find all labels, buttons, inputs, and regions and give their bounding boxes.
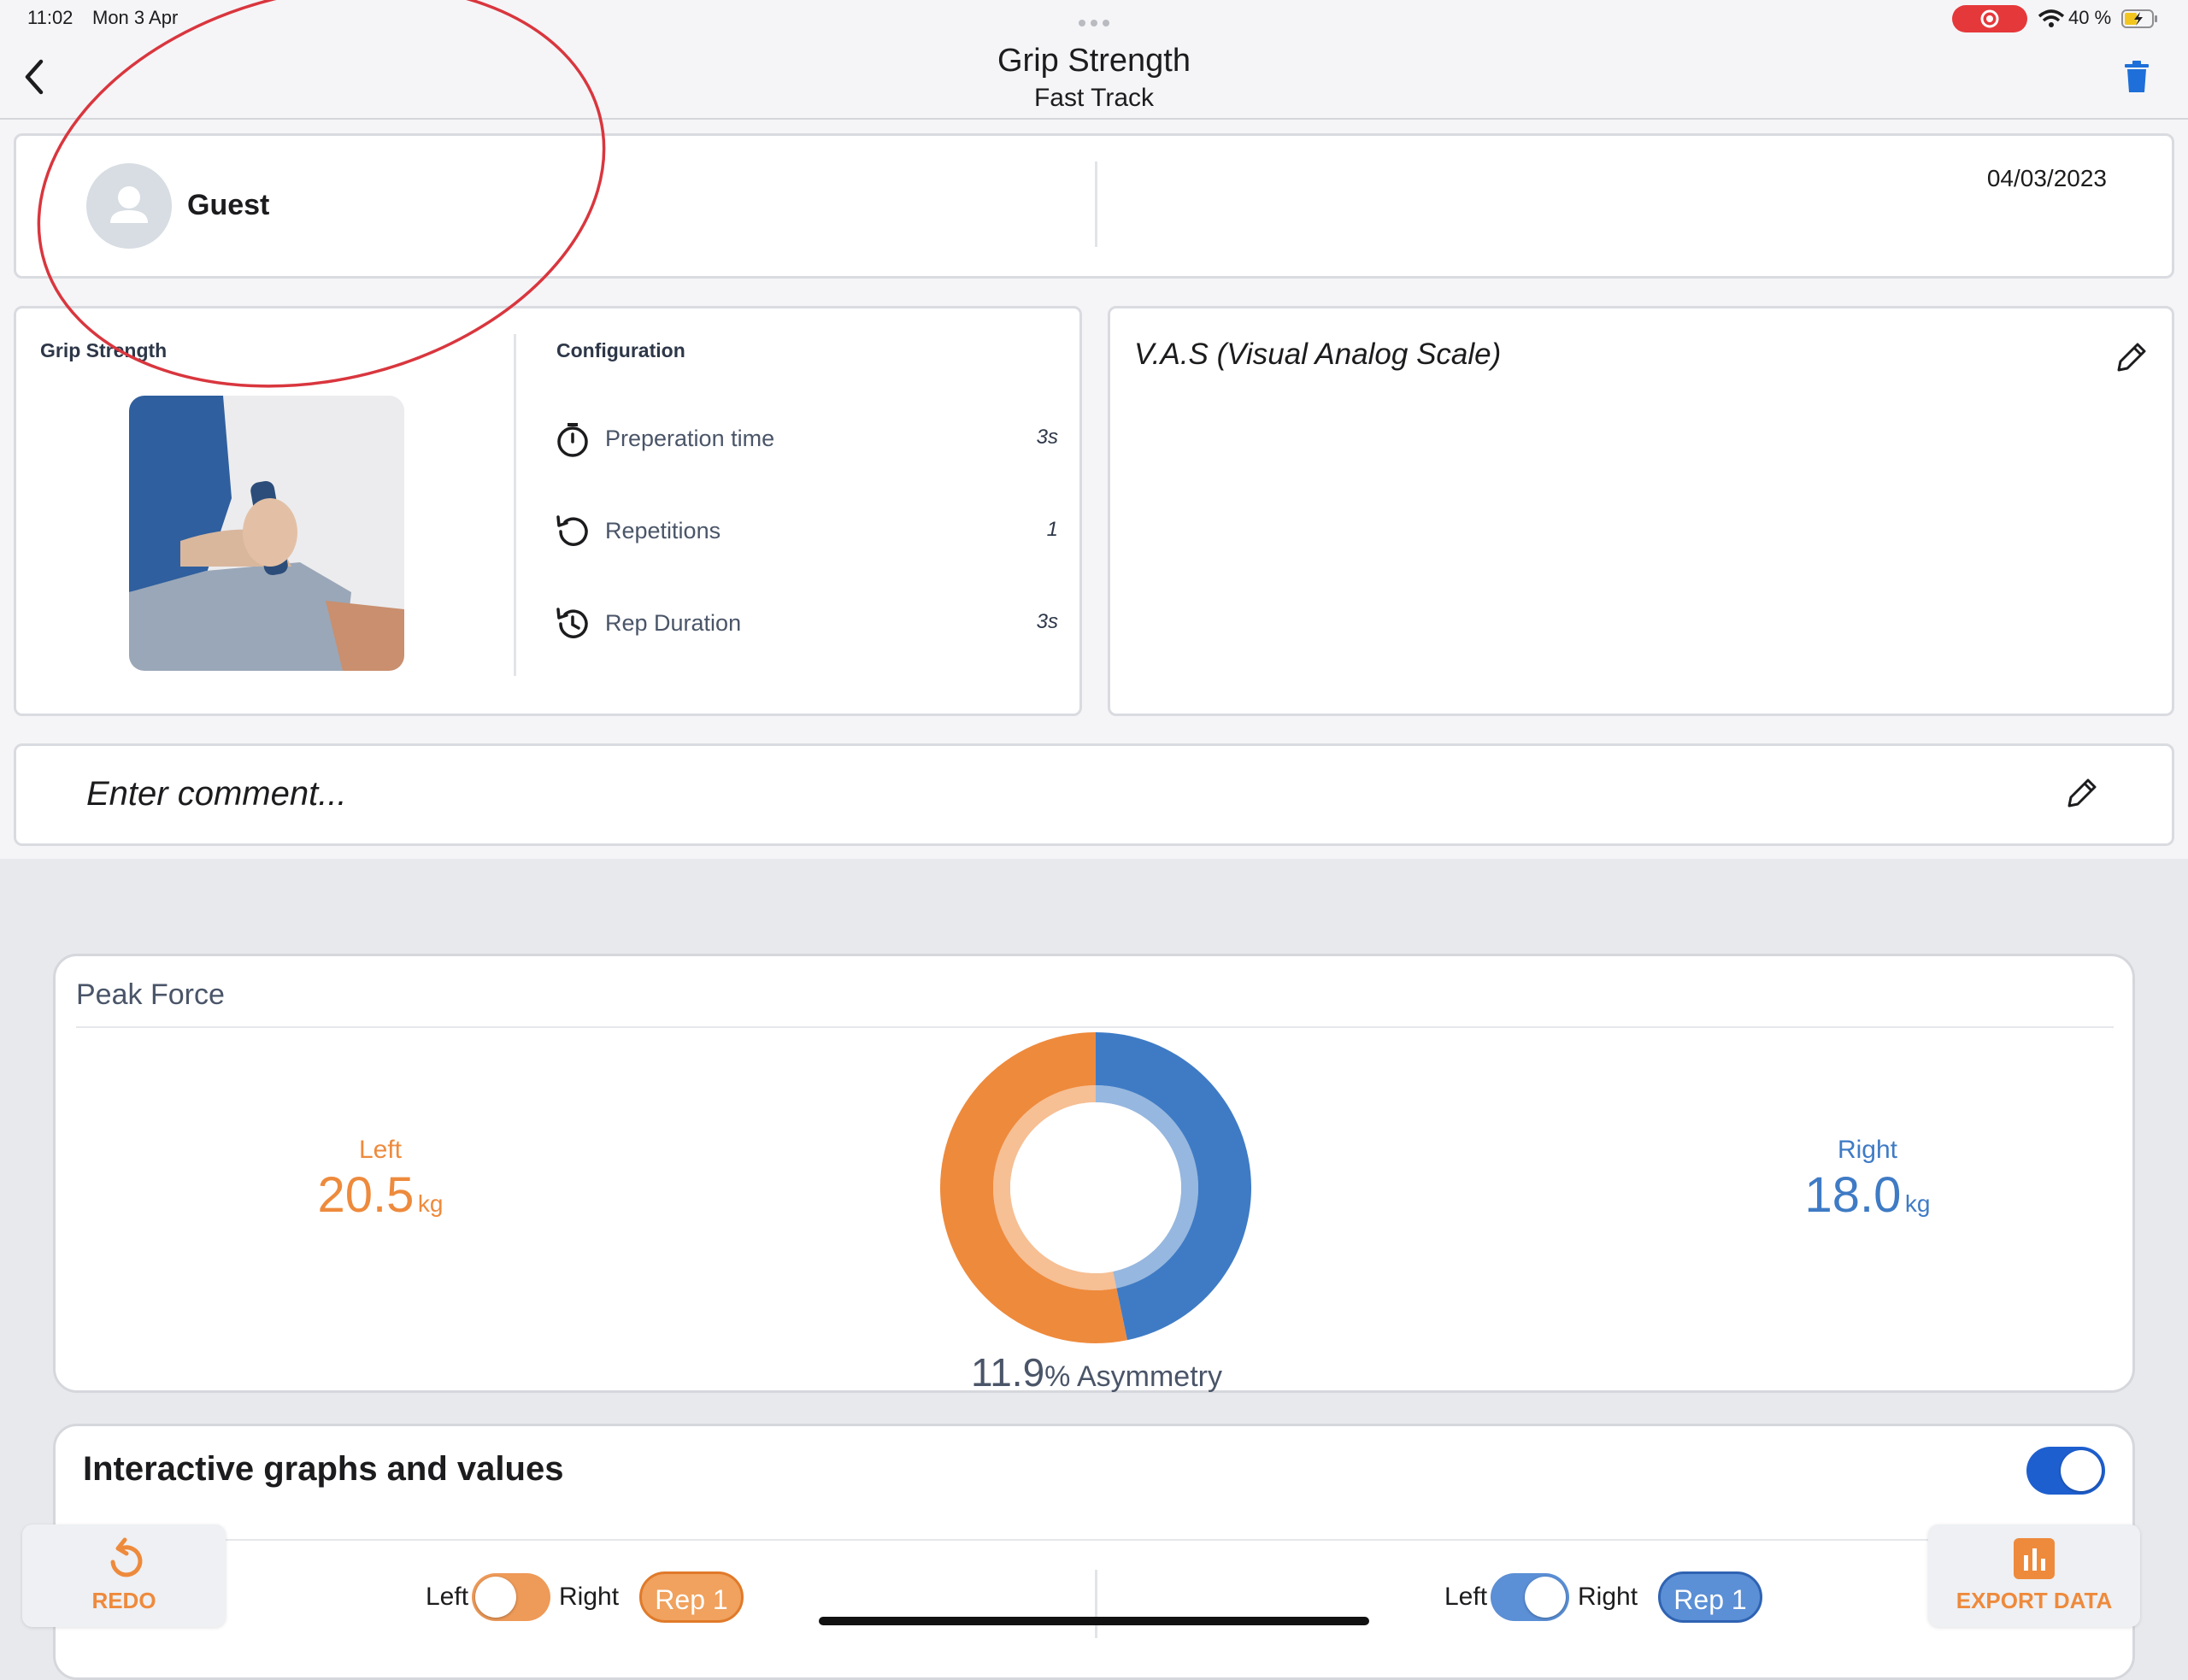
patient-card[interactable]: Guest 04/03/2023 (14, 133, 2174, 279)
right-value: 18.0 (1804, 1167, 1902, 1223)
status-bar: 11:02 Mon 3 Apr 40 % (0, 0, 2188, 38)
export-data-button[interactable]: EXPORT DATA (1928, 1524, 2140, 1627)
toggle-knob (475, 1577, 516, 1618)
left-label: Left (358, 1136, 403, 1164)
config-row-rep-duration: Rep Duration 3s (554, 598, 1058, 649)
left-value: 20.5 (317, 1167, 415, 1223)
back-chevron-icon[interactable] (17, 56, 51, 97)
redo-icon (104, 1536, 145, 1581)
patient-name: Guest (187, 189, 270, 221)
config-label: Repetitions (605, 518, 721, 543)
donut-hole (1010, 1102, 1181, 1273)
battery-percent: 40 % (2068, 7, 2112, 28)
wifi-icon (2038, 9, 2065, 29)
config-row-repetitions: Repetitions 1 (554, 506, 1058, 557)
config-divider (514, 334, 516, 676)
vas-card[interactable]: V.A.S (Visual Analog Scale) (1108, 306, 2174, 716)
screen-recording-icon[interactable] (1952, 5, 2027, 32)
redo-button[interactable]: REDO (22, 1524, 226, 1627)
avatar (86, 163, 172, 249)
config-row-preparation: Preperation time 3s (554, 414, 1058, 465)
repeat-icon (554, 513, 591, 550)
multitask-dots-icon[interactable] (1077, 15, 1111, 26)
exercise-title: Grip Strength (40, 339, 168, 361)
config-title: Configuration (556, 339, 685, 361)
card-divider (1095, 162, 1097, 247)
history-icon (554, 605, 591, 643)
right-panel-side-toggle[interactable] (1491, 1573, 1569, 1621)
left-panel-left-label: Left (426, 1583, 469, 1611)
interactive-divider (83, 1539, 2110, 1541)
session-date: 04/03/2023 (1986, 165, 2107, 191)
panel-divider (1095, 1570, 1097, 1638)
asymmetry-group: 11.9% Asymmetry (926, 1349, 1268, 1395)
redo-label: REDO (91, 1588, 156, 1613)
interactive-title: Interactive graphs and values (83, 1450, 564, 1488)
config-label: Rep Duration (605, 610, 742, 636)
toggle-knob (1525, 1577, 1566, 1618)
trash-icon[interactable] (2123, 60, 2150, 94)
left-panel-right-label: Right (559, 1583, 620, 1611)
left-unit: kg (417, 1190, 444, 1217)
page-title: Grip Strength (997, 43, 1191, 79)
comment-pencil-icon[interactable] (2064, 775, 2100, 811)
config-label: Preperation time (605, 426, 775, 451)
config-value: 3s (1036, 426, 1058, 449)
left-panel-side-toggle[interactable] (472, 1573, 550, 1621)
right-label: Right (1837, 1136, 1898, 1164)
battery-charging-icon (2121, 9, 2159, 29)
stopwatch-icon (554, 420, 591, 458)
exercise-image (129, 396, 404, 671)
status-date: Mon 3 Apr (92, 7, 179, 28)
left-panel-rep-button[interactable]: Rep 1 (639, 1571, 744, 1623)
asymmetry-donut-chart (940, 1032, 1252, 1343)
comment-field[interactable]: Enter comment... (14, 743, 2174, 846)
config-value: 3s (1036, 610, 1058, 633)
peak-force-card: Peak Force Left 20.5 kg Right 18.0 kg 11… (53, 954, 2135, 1395)
toggle-knob (2061, 1450, 2102, 1491)
interactive-toggle[interactable] (2026, 1447, 2105, 1495)
comment-placeholder: Enter comment... (86, 775, 347, 813)
status-time: 11:02 (27, 7, 74, 28)
right-unit: kg (1904, 1190, 1931, 1217)
pencil-icon[interactable] (2114, 339, 2150, 375)
right-value-group: 18.0 kg (1756, 1166, 1979, 1224)
left-value-group: 20.5 kg (269, 1166, 491, 1224)
right-panel-right-label: Right (1578, 1583, 1638, 1611)
page-subtitle: Fast Track (1033, 84, 1155, 112)
peak-force-title: Peak Force (76, 978, 225, 1011)
home-indicator[interactable] (819, 1617, 1369, 1625)
asymmetry-label: % Asymmetry (1044, 1360, 1222, 1393)
chart-icon (2014, 1538, 2055, 1579)
vas-title: V.A.S (Visual Analog Scale) (1134, 338, 1502, 371)
right-panel-rep-button[interactable]: Rep 1 (1658, 1571, 1762, 1623)
config-value: 1 (1046, 518, 1058, 541)
interactive-card: Interactive graphs and values (53, 1424, 2135, 1680)
nav-bar: Grip Strength Fast Track (0, 38, 2188, 120)
right-panel-left-label: Left (1444, 1583, 1488, 1611)
asymmetry-value: 11.9 (971, 1350, 1045, 1395)
export-label: EXPORT DATA (1956, 1588, 2113, 1613)
